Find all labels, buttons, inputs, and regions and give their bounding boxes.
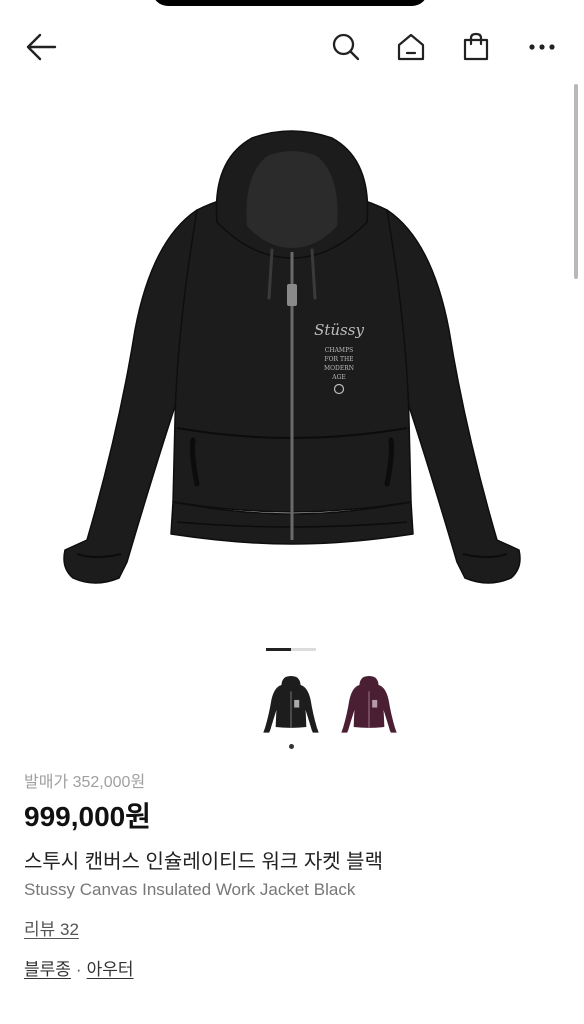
- more-button[interactable]: [520, 22, 564, 72]
- jacket-graphic-text: MODERN: [324, 365, 354, 372]
- pager-indicator-active: [266, 648, 291, 651]
- category-link-outer[interactable]: 아우터: [87, 960, 134, 979]
- product-image[interactable]: Stüssy CHAMPS FOR THE MODERN AGE: [0, 90, 584, 630]
- jacket-graphic-text: CHAMPS: [325, 347, 353, 354]
- home-icon: [397, 33, 425, 61]
- more-horizontal-icon: [529, 44, 555, 50]
- jacket-thumbnail-image: [341, 676, 397, 733]
- pager-indicator: [291, 648, 316, 651]
- review-link[interactable]: 리뷰 32: [24, 919, 79, 941]
- color-thumbnails: [258, 672, 402, 738]
- gallery-pager: [266, 648, 316, 651]
- jacket-graphic-text: Stüssy: [314, 321, 364, 339]
- home-button[interactable]: [389, 22, 433, 72]
- jacket-graphic-text: FOR THE: [324, 356, 353, 363]
- jacket-graphic-text: AGE: [331, 374, 346, 381]
- price: 999,000원: [24, 801, 151, 832]
- original-price: 발매가 352,000원: [24, 774, 146, 791]
- thumbnail-black[interactable]: [258, 672, 324, 738]
- back-button[interactable]: [19, 22, 63, 72]
- product-name-english: Stussy Canvas Insulated Work Jacket Blac…: [24, 880, 356, 899]
- category-separator: ·: [75, 960, 82, 979]
- category-link-blouson[interactable]: 블루종: [24, 960, 71, 979]
- cart-button[interactable]: [454, 22, 498, 72]
- category-breadcrumb: 블루종 · 아우터: [24, 959, 564, 981]
- shopping-bag-icon: [463, 32, 489, 61]
- top-nav-bar: [0, 22, 584, 72]
- search-icon: [332, 33, 360, 61]
- selected-thumbnail-indicator: [289, 744, 294, 749]
- jacket-thumbnail-image: [263, 676, 319, 733]
- arrow-left-icon: [26, 33, 57, 61]
- product-name-korean: 스투시 캔버스 인슐레이티드 워크 자켓 블랙: [24, 851, 383, 873]
- device-notch: [152, 0, 428, 6]
- jacket-image: Stüssy CHAMPS FOR THE MODERN AGE: [63, 130, 521, 584]
- search-button[interactable]: [324, 22, 368, 72]
- thumbnail-burgundy[interactable]: [336, 672, 402, 738]
- product-info: 발매가 352,000원 999,000원 스투시 캔버스 인슐레이티드 워크 …: [24, 772, 564, 981]
